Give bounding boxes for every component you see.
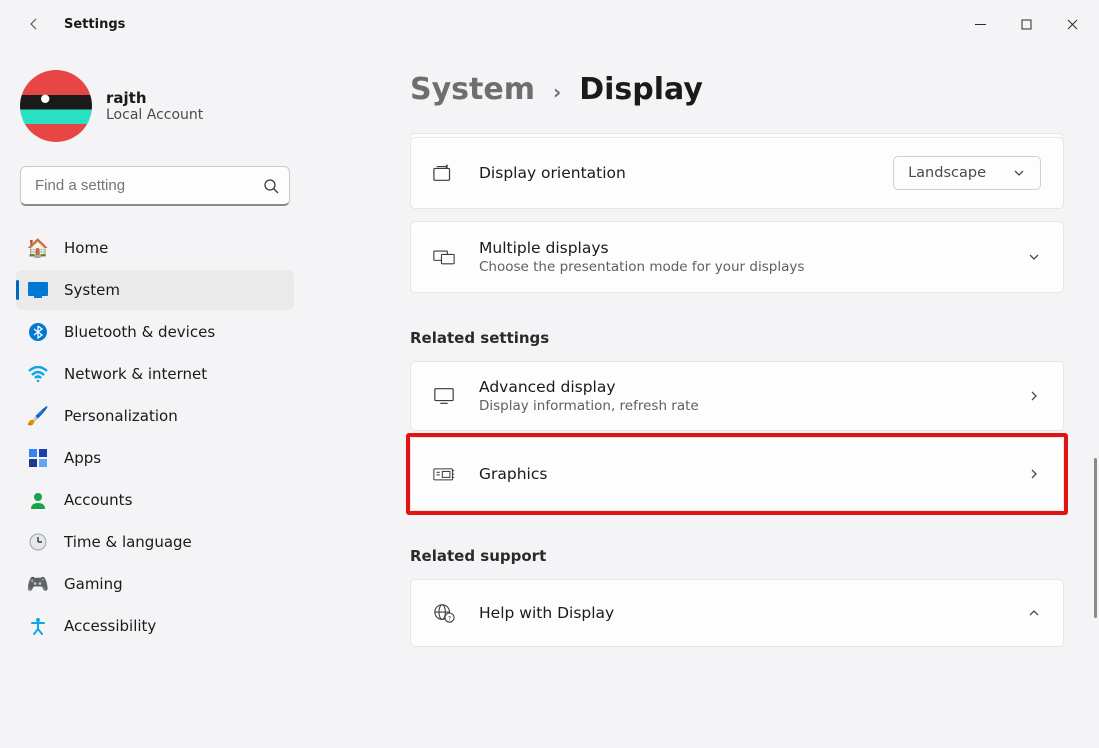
- dropdown-value: Landscape: [908, 165, 986, 181]
- sidebar-item-label: Accounts: [64, 491, 132, 509]
- search-input[interactable]: [35, 177, 255, 194]
- avatar: [20, 70, 92, 142]
- row-advanced-display[interactable]: Advanced display Display information, re…: [410, 361, 1064, 431]
- sidebar-item-label: Accessibility: [64, 617, 156, 635]
- row-title: Display orientation: [479, 164, 869, 182]
- apps-icon: [28, 448, 48, 468]
- sidebar-item-label: Gaming: [64, 575, 123, 593]
- breadcrumb-current: Display: [579, 72, 703, 107]
- bluetooth-icon: [28, 322, 48, 342]
- sidebar-item-label: System: [64, 281, 120, 299]
- chevron-up-icon[interactable]: [1027, 606, 1041, 620]
- sidebar-item-apps[interactable]: Apps: [16, 438, 294, 478]
- chevron-right-icon: [1027, 389, 1041, 403]
- maximize-button[interactable]: [1003, 8, 1049, 40]
- back-button[interactable]: [24, 14, 44, 34]
- sidebar-item-label: Personalization: [64, 407, 178, 425]
- row-graphics[interactable]: Graphics: [410, 437, 1064, 511]
- orientation-icon: [433, 163, 455, 183]
- highlight-graphics: Graphics: [410, 437, 1064, 511]
- section-related-support: Related support: [410, 547, 1064, 565]
- orientation-dropdown[interactable]: Landscape: [893, 156, 1041, 190]
- row-multiple-displays[interactable]: Multiple displays Choose the presentatio…: [410, 221, 1064, 293]
- sidebar-item-bluetooth[interactable]: Bluetooth & devices: [16, 312, 294, 352]
- close-icon: [1067, 19, 1078, 30]
- sidebar-item-gaming[interactable]: 🎮 Gaming: [16, 564, 294, 604]
- window-controls: [957, 8, 1095, 40]
- multiple-displays-icon: [433, 247, 455, 267]
- row-subtitle: Choose the presentation mode for your di…: [479, 259, 1003, 275]
- sidebar-item-time[interactable]: Time & language: [16, 522, 294, 562]
- chevron-right-icon: [1027, 467, 1041, 481]
- wifi-icon: [28, 364, 48, 384]
- close-button[interactable]: [1049, 8, 1095, 40]
- profile-account-type: Local Account: [106, 107, 203, 123]
- row-help-with-display[interactable]: ? Help with Display: [410, 579, 1064, 647]
- profile-block[interactable]: rajth Local Account: [6, 60, 304, 162]
- row-title: Advanced display: [479, 378, 1003, 396]
- sidebar-item-home[interactable]: 🏠 Home: [16, 228, 294, 268]
- sidebar-item-accessibility[interactable]: Accessibility: [16, 606, 294, 646]
- row-subtitle: Display information, refresh rate: [479, 398, 1003, 414]
- minimize-icon: [975, 19, 986, 30]
- person-icon: [28, 490, 48, 510]
- breadcrumb-parent[interactable]: System: [410, 72, 535, 107]
- svg-text:?: ?: [448, 614, 451, 622]
- sidebar-item-label: Time & language: [64, 533, 192, 551]
- row-display-orientation[interactable]: Display orientation Landscape: [410, 137, 1064, 209]
- system-icon: [28, 280, 48, 300]
- sidebar-item-label: Bluetooth & devices: [64, 323, 215, 341]
- row-title: Graphics: [479, 465, 1003, 483]
- chevron-down-icon: [1012, 166, 1026, 180]
- sidebar-item-system[interactable]: System: [16, 270, 294, 310]
- gamepad-icon: 🎮: [28, 574, 48, 594]
- paintbrush-icon: 🖌️: [28, 406, 48, 426]
- chevron-down-icon[interactable]: [1027, 250, 1041, 264]
- scrollbar-thumb[interactable]: [1094, 458, 1097, 618]
- chevron-right-icon: ›: [553, 80, 561, 104]
- search-icon: [263, 178, 279, 194]
- breadcrumb: System › Display: [410, 72, 1063, 107]
- maximize-icon: [1021, 19, 1032, 30]
- main-content: System › Display Display orientation Lan…: [310, 48, 1099, 748]
- row-title: Multiple displays: [479, 239, 1003, 257]
- sidebar: rajth Local Account 🏠 Home System: [0, 48, 310, 748]
- graphics-icon: [433, 464, 455, 484]
- search-box[interactable]: [20, 166, 290, 206]
- sidebar-item-label: Home: [64, 239, 108, 257]
- globe-help-icon: ?: [433, 602, 455, 624]
- section-related-settings: Related settings: [410, 329, 1064, 347]
- nav-list: 🏠 Home System Bluetooth & devices Netw: [6, 228, 304, 646]
- row-title: Help with Display: [479, 604, 1003, 622]
- monitor-icon: [433, 386, 455, 406]
- minimize-button[interactable]: [957, 8, 1003, 40]
- sidebar-item-label: Network & internet: [64, 365, 207, 383]
- sidebar-item-network[interactable]: Network & internet: [16, 354, 294, 394]
- profile-name: rajth: [106, 89, 203, 107]
- sidebar-item-personalization[interactable]: 🖌️ Personalization: [16, 396, 294, 436]
- accessibility-icon: [28, 616, 48, 636]
- app-title: Settings: [64, 17, 125, 32]
- clock-icon: [28, 532, 48, 552]
- arrow-left-icon: [26, 16, 42, 32]
- titlebar: Settings: [0, 0, 1099, 48]
- sidebar-item-label: Apps: [64, 449, 101, 467]
- sidebar-item-accounts[interactable]: Accounts: [16, 480, 294, 520]
- home-icon: 🏠: [28, 238, 48, 258]
